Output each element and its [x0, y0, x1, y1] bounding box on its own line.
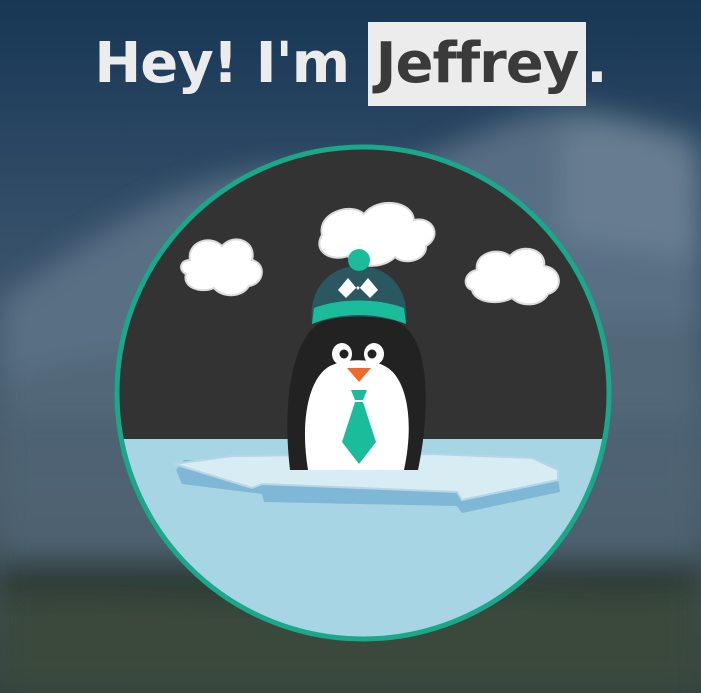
- cloud-icon: [180, 238, 263, 297]
- hero-name-highlight: Jeffrey: [367, 22, 587, 106]
- penguin-avatar: [114, 144, 612, 642]
- hero-headline: Hey! I'm Jeffrey.: [0, 22, 701, 106]
- hero-punctuation: .: [586, 31, 607, 96]
- hero-greeting: Hey! I'm: [94, 31, 350, 96]
